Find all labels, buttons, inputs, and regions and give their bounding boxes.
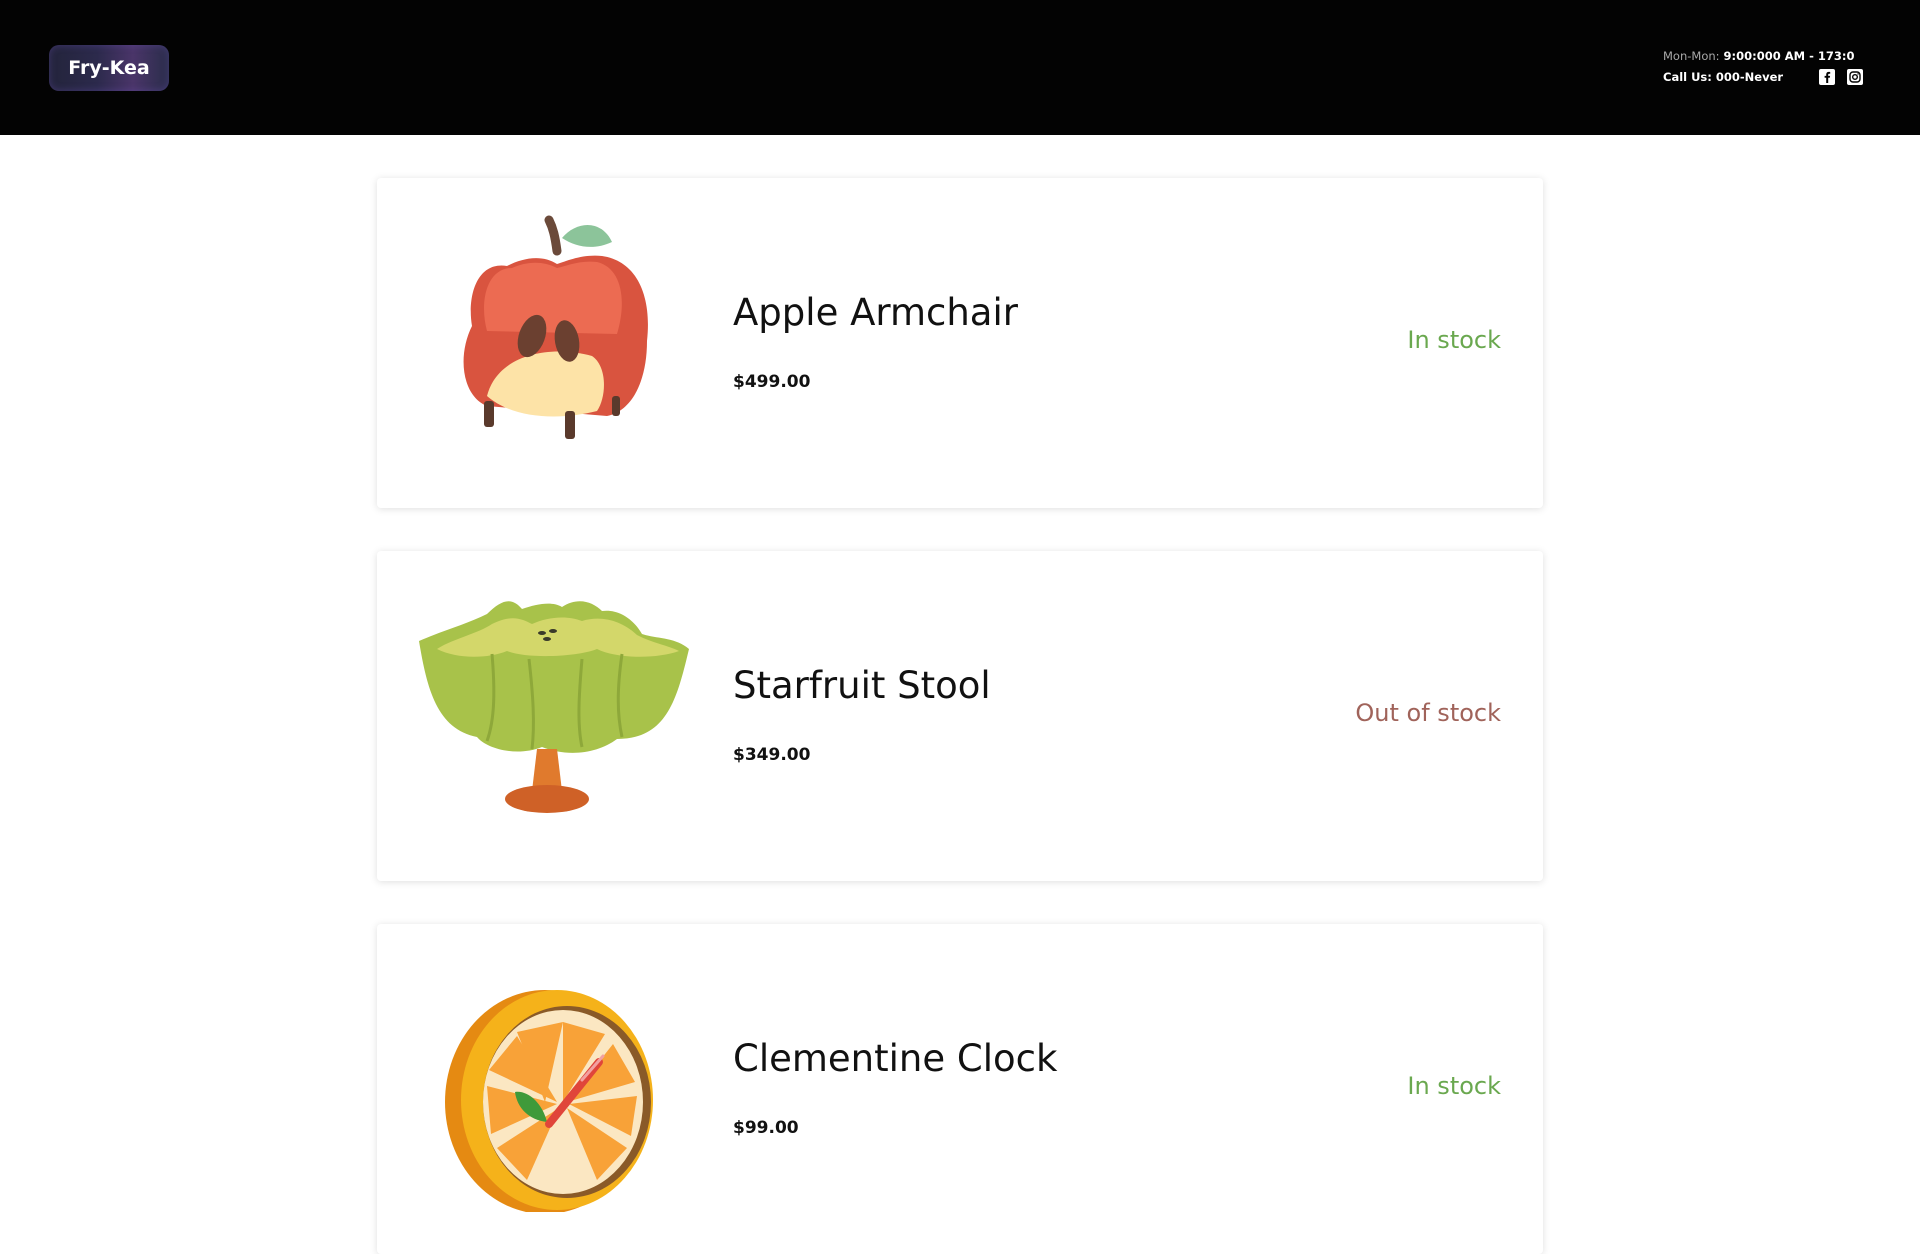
site-header: Fry-Kea Mon-Mon: 9:00:000 AM - 173:0 Call… [0,0,1920,135]
product-name[interactable]: Clementine Clock [733,1037,1057,1080]
social-links [1819,69,1863,85]
product-name[interactable]: Starfruit Stool [733,664,991,707]
phone-number: Call Us: 000-Never [1663,70,1784,84]
instagram-icon[interactable] [1847,69,1863,85]
product-price: $349.00 [733,745,811,765]
product-card[interactable]: Starfruit Stool $349.00 Out of stock [377,551,1543,881]
stock-status: Out of stock [1355,699,1501,727]
opening-hours: Mon-Mon: 9:00:000 AM - 173:0 [1663,49,1854,63]
stock-status: In stock [1407,326,1501,354]
product-card[interactable]: Clementine Clock $99.00 In stock [377,924,1543,1254]
stock-status: In stock [1407,1072,1501,1100]
logo-text: Fry-Kea [68,57,150,79]
clementine-clock-image [417,952,697,1214]
hours-label: Mon-Mon: [1663,49,1720,63]
facebook-icon[interactable] [1819,69,1835,85]
site-logo[interactable]: Fry-Kea [49,45,169,91]
hours-value: 9:00:000 AM - 173:0 [1723,49,1855,63]
product-name[interactable]: Apple Armchair [733,291,1018,334]
product-price: $99.00 [733,1118,799,1138]
product-card[interactable]: Apple Armchair $499.00 In stock [377,178,1543,508]
product-price: $499.00 [733,372,811,392]
apple-armchair-image [417,206,697,466]
starfruit-stool-image [417,579,697,839]
